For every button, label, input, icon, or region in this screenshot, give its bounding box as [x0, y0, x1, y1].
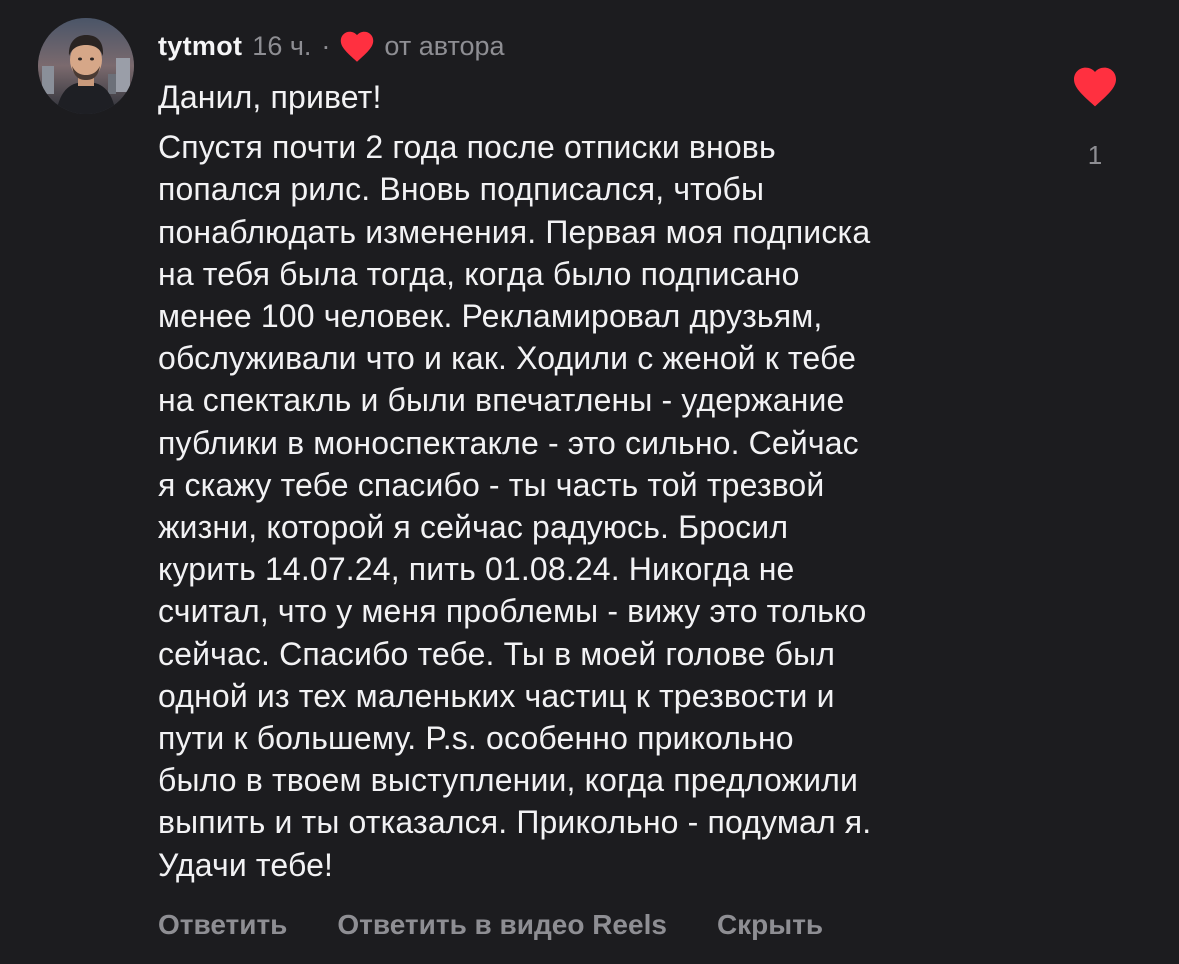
comment-line: одной из тех маленьких частиц к трезвост…: [158, 677, 835, 714]
comment-line: Спустя почти 2 года после отписки вновь: [158, 129, 776, 166]
comment-line: жизни, которой я сейчас радуюсь. Бросил: [158, 509, 789, 546]
comment-line: менее 100 человек. Рекламировал друзьям,: [158, 298, 823, 335]
comment-line: было в твоем выступлении, когда предложи…: [158, 762, 858, 799]
comment-greeting: Данил, привет!: [158, 79, 382, 115]
like-control: 1: [1062, 64, 1128, 171]
comment-line: сейчас. Спасибо тебе. Ты в моей голове б…: [158, 635, 836, 672]
comment-header: tytmot 16 ч. · от автора: [158, 26, 505, 66]
comment-line: считал, что у меня проблемы - вижу это т…: [158, 593, 867, 630]
comment-line: обслуживали что и как. Ходили с женой к …: [158, 340, 857, 377]
comment-line: на спектакль и были впечатлены - удержан…: [158, 382, 845, 419]
comment-line: я скажу тебе спасибо - ты часть той трез…: [158, 466, 825, 503]
hide-button[interactable]: Скрыть: [717, 909, 823, 941]
reply-button[interactable]: Ответить: [158, 909, 287, 941]
like-heart-shape: [1074, 67, 1116, 107]
avatar-image: [38, 18, 134, 114]
comment-text: Данил, привет! Спустя почти 2 года после…: [158, 76, 1038, 886]
avatar[interactable]: [38, 18, 134, 114]
heart-filled-icon[interactable]: [1070, 64, 1120, 108]
comment: tytmot 16 ч. · от автора Данил, привет! …: [0, 0, 1179, 964]
comment-line: курить 14.07.24, пить 01.08.24. Никогда …: [158, 551, 795, 588]
heart-shape: [341, 31, 374, 62]
like-count[interactable]: 1: [1062, 140, 1128, 171]
comment-line: пути к большему. P.s. особенно прикольно: [158, 720, 794, 757]
comment-actions: Ответить Ответить в видео Reels Скрыть: [158, 904, 823, 946]
comment-line: на тебя была тогда, когда было подписано: [158, 255, 800, 292]
comment-body: Спустя почти 2 года после отписки вновь п…: [158, 126, 1038, 886]
author-like-label: от автора: [384, 30, 505, 61]
comment-line: Удачи тебе!: [158, 846, 334, 883]
comment-line: попался рилс. Вновь подписался, чтобы: [158, 171, 765, 208]
comment-line: понаблюдать изменения. Первая моя подпис…: [158, 213, 871, 250]
timestamp: 16 ч.: [252, 30, 312, 61]
reply-reels-button[interactable]: Ответить в видео Reels: [337, 909, 667, 941]
heart-icon: [341, 31, 374, 62]
comment-line: выпить и ты отказался. Прикольно - подум…: [158, 804, 872, 841]
comment-line: публики в моноспектакле - это сильно. Се…: [158, 424, 859, 461]
username[interactable]: tytmot: [158, 31, 242, 62]
separator: ·: [321, 30, 331, 61]
